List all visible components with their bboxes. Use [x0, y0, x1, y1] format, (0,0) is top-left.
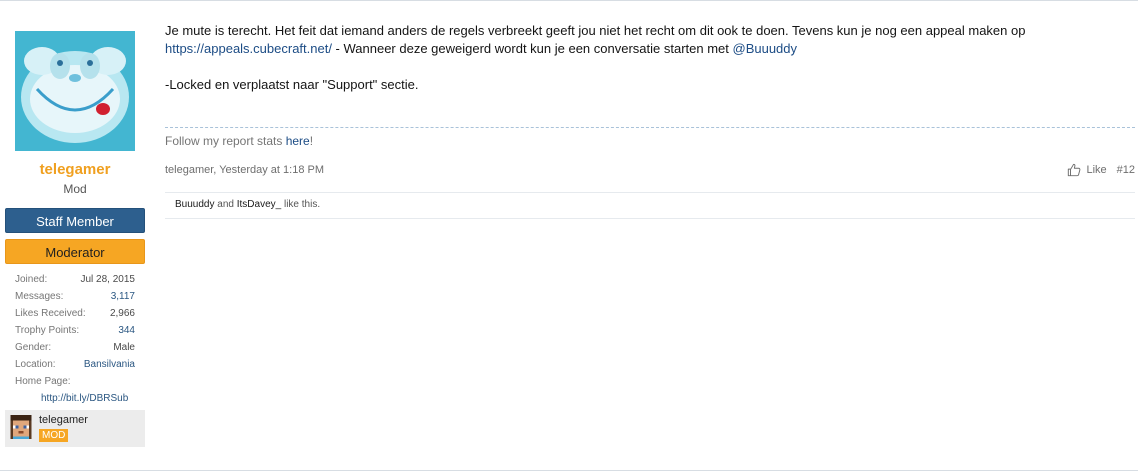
- minecraft-username: telegamer: [39, 414, 88, 426]
- stat-label: Joined:: [15, 274, 48, 285]
- stat-label: Location:: [15, 359, 56, 370]
- like-label: Like: [1086, 164, 1107, 176]
- stat-value: Jul 28, 2015: [80, 274, 136, 285]
- moderator-banner: Moderator: [5, 239, 145, 264]
- signature: Follow my report stats here!: [165, 127, 1135, 148]
- likes-and: and: [214, 199, 237, 210]
- liker-link[interactable]: Buuuddy: [175, 199, 214, 210]
- like-button[interactable]: Like: [1067, 163, 1107, 177]
- stat-homepage-label-row: Home Page:: [15, 373, 135, 390]
- stat-label: Gender:: [15, 342, 52, 353]
- messages-link[interactable]: 3,117: [111, 288, 135, 305]
- bottom-divider: [0, 470, 1138, 471]
- thumbs-up-icon: [1068, 163, 1081, 177]
- message-actions: Like #12: [1067, 163, 1135, 177]
- likes-suffix: like this.: [281, 199, 321, 210]
- avatar-image: [15, 31, 135, 151]
- stat-label: Trophy Points:: [15, 325, 80, 336]
- stat-label: Messages:: [15, 291, 64, 302]
- minecraft-profile-card[interactable]: telegamer MOD: [5, 410, 145, 447]
- user-sidebar: telegamer Mod Staff Member Moderator Joi…: [5, 28, 145, 447]
- top-divider: [0, 0, 1138, 1]
- likes-summary: Buuuddy and ItsDavey_ like this.: [165, 192, 1135, 219]
- stat-likes-received: Likes Received: 2,966: [15, 305, 135, 322]
- post-author-time[interactable]: telegamer, Yesterday at 1:18 PM: [165, 164, 324, 176]
- location-link[interactable]: Bansilvania: [84, 356, 135, 373]
- post-message: Je mute is terecht. Het feit dat iemand …: [165, 22, 1135, 94]
- post-paragraph: Je mute is terecht. Het feit dat iemand …: [165, 22, 1135, 58]
- appeal-link[interactable]: https://appeals.cubecraft.net/: [165, 41, 332, 56]
- post-text-line2: - Wanneer deze geweigerd wordt kun je ee…: [331, 41, 733, 56]
- post-number-link[interactable]: #12: [1117, 164, 1135, 176]
- homepage-link[interactable]: http://bit.ly/DBRSub: [41, 393, 128, 404]
- message-meta: telegamer, Yesterday at 1:18 PM Like #12: [165, 162, 1135, 180]
- username-link[interactable]: telegamer: [5, 161, 145, 178]
- avatar[interactable]: [15, 31, 135, 151]
- user-stats: Joined: Jul 28, 2015 Messages: 3,117 Lik…: [5, 271, 145, 407]
- signature-link[interactable]: here: [286, 134, 310, 148]
- signature-prefix: Follow my report stats: [165, 134, 286, 148]
- stat-value: Male: [113, 342, 135, 353]
- trophy-points-link[interactable]: 344: [118, 322, 135, 339]
- minecraft-rank-badge: MOD: [39, 429, 69, 442]
- stat-label: Likes Received:: [15, 308, 86, 319]
- post-text-line1: Je mute is terecht. Het feit dat iemand …: [165, 23, 1026, 38]
- stat-label: Home Page:: [15, 376, 71, 387]
- mention-link[interactable]: @Buuuddy: [733, 41, 798, 56]
- user-title: Mod: [63, 182, 87, 196]
- minecraft-head-icon: [10, 415, 32, 439]
- stat-value: 2,966: [109, 308, 135, 319]
- stat-messages: Messages: 3,117: [15, 288, 135, 305]
- stat-trophy-points: Trophy Points: 344: [15, 322, 135, 339]
- liker-link[interactable]: ItsDavey_: [237, 199, 281, 210]
- signature-suffix: !: [309, 134, 314, 148]
- stat-gender: Gender: Male: [15, 339, 135, 356]
- staff-member-banner: Staff Member: [5, 208, 145, 233]
- stat-joined: Joined: Jul 28, 2015: [15, 271, 135, 288]
- stat-homepage: http://bit.ly/DBRSub: [15, 390, 135, 407]
- post-text-line3: -Locked en verplaatst naar "Support" sec…: [165, 77, 419, 92]
- stat-location: Location: Bansilvania: [15, 356, 135, 373]
